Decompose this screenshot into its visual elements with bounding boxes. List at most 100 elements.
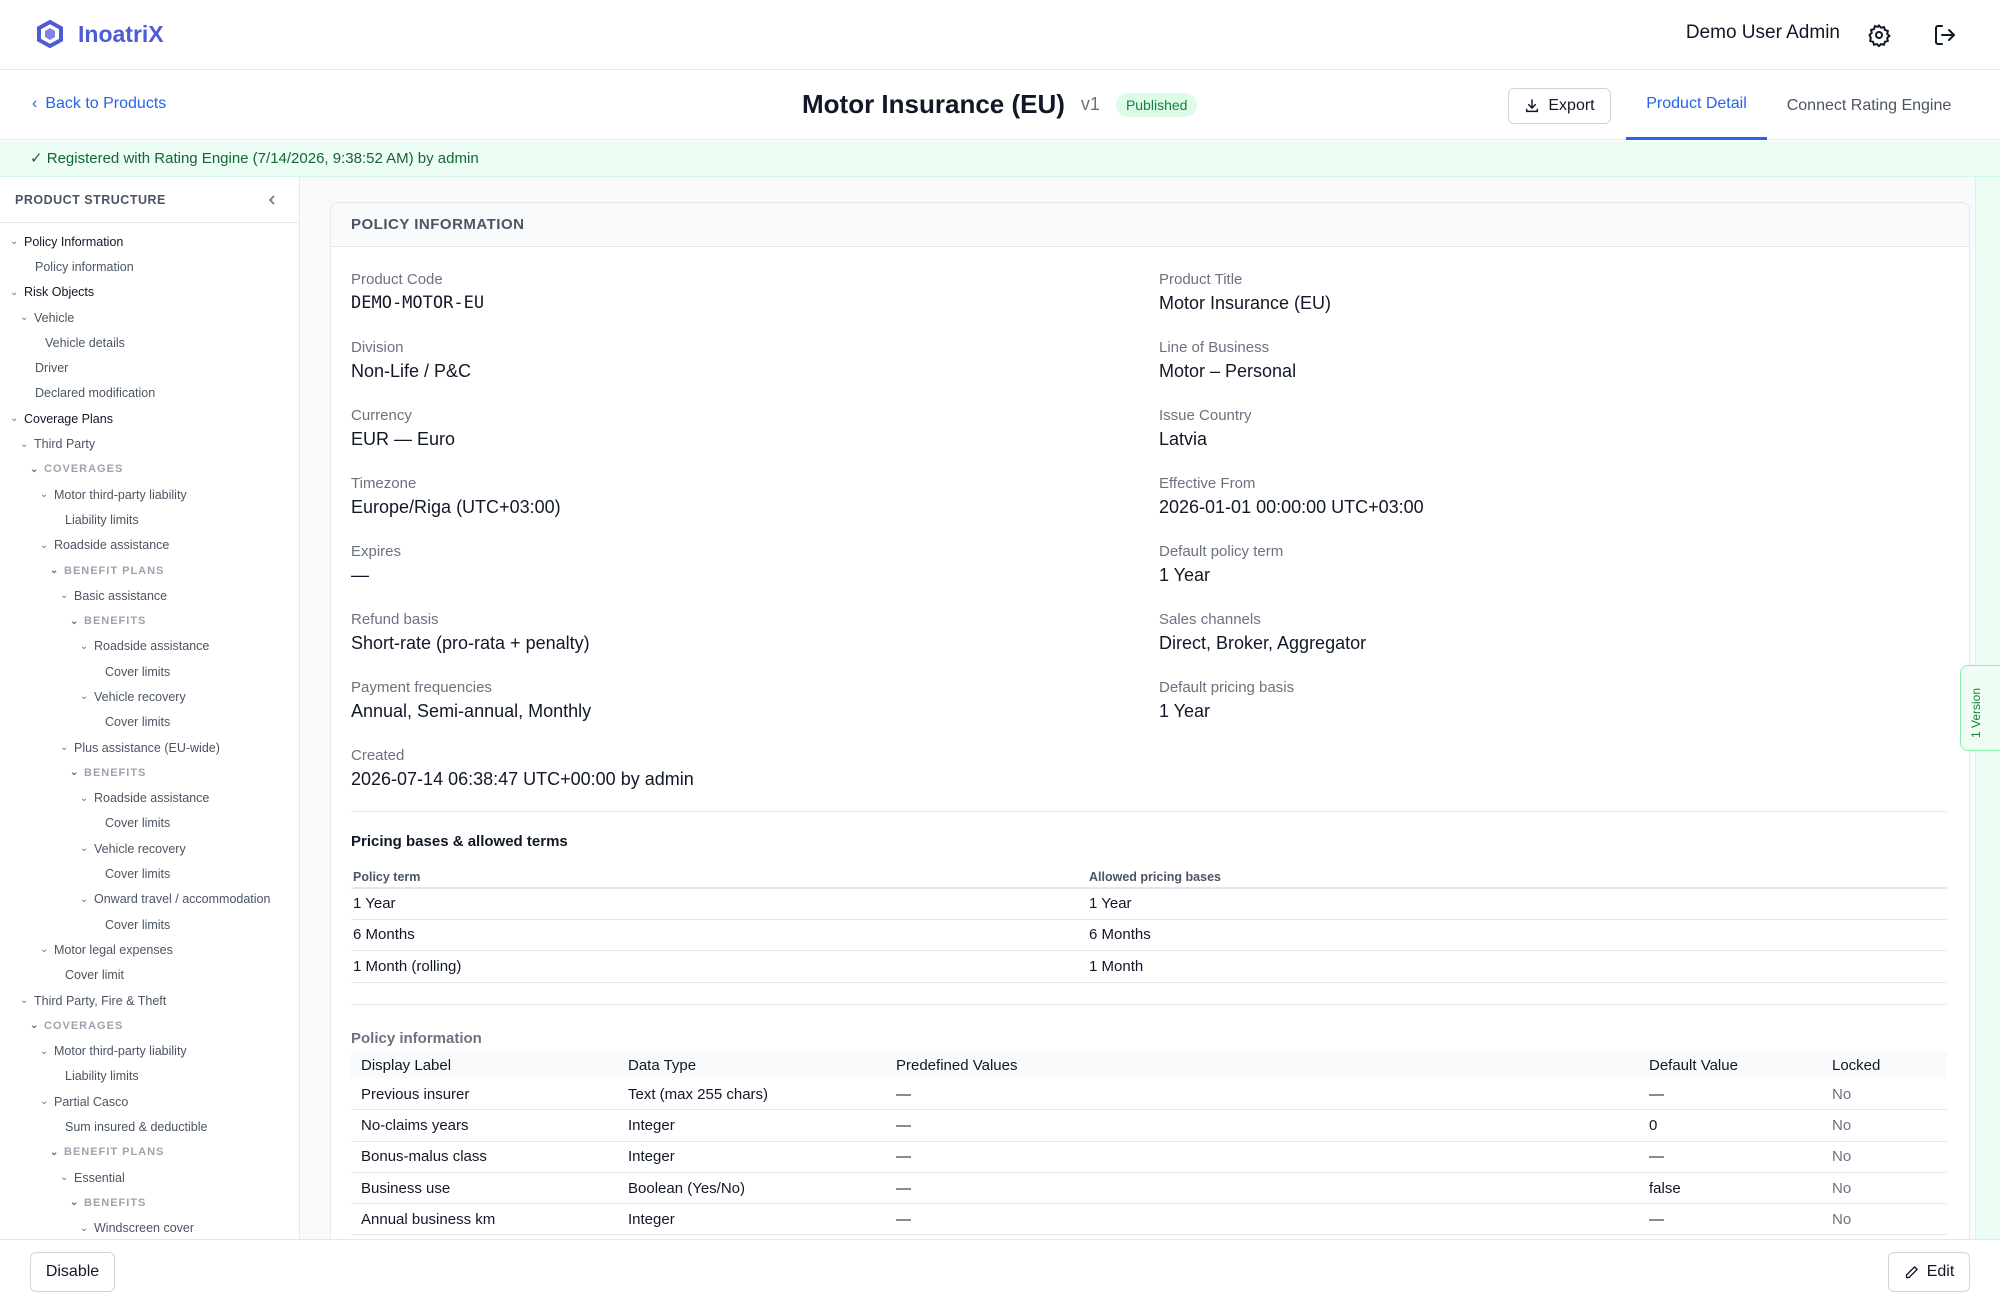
field-label: Product Code bbox=[351, 271, 443, 288]
tree-node-cover-limits[interactable]: Cover limits bbox=[0, 861, 299, 886]
tree-node-label: Motor third-party liability bbox=[54, 487, 187, 502]
tree-node-label: Vehicle details bbox=[45, 335, 125, 350]
tree-node-motor-legal-expenses[interactable]: ⌄ Motor legal expenses bbox=[0, 937, 299, 962]
versions-side-tab[interactable]: 1 Version bbox=[1960, 665, 2000, 751]
tree-node-cover-limits[interactable]: Cover limits bbox=[0, 710, 299, 735]
bottom-action-bar: Disable Edit bbox=[0, 1239, 2000, 1300]
table-cell: No bbox=[1832, 1116, 1852, 1134]
chevron-down-icon[interactable]: ⌄ bbox=[50, 565, 60, 576]
back-to-products-link[interactable]: ‹ Back to Products bbox=[32, 95, 166, 113]
chevron-down-icon[interactable]: ⌄ bbox=[80, 843, 90, 854]
tree-node-motor-third-party-liability[interactable]: ⌄ Motor third-party liability bbox=[0, 482, 299, 507]
chevron-down-icon[interactable]: ⌄ bbox=[60, 590, 70, 601]
table-row[interactable]: Annual business km Integer — — No bbox=[351, 1204, 1947, 1236]
tree-section-label: ⌄ BENEFIT PLANS bbox=[0, 1140, 299, 1165]
chevron-down-icon[interactable]: ⌄ bbox=[30, 1020, 40, 1031]
tree-node-cover-limit[interactable]: Cover limit bbox=[0, 963, 299, 988]
collapse-sidebar-chevron-icon[interactable] bbox=[262, 190, 282, 210]
chevron-down-icon[interactable]: ⌄ bbox=[40, 540, 50, 551]
tree-node-third-party[interactable]: ⌄ Third Party bbox=[0, 431, 299, 456]
chevron-down-icon[interactable]: ⌄ bbox=[60, 742, 70, 753]
chevron-down-icon[interactable]: ⌄ bbox=[60, 1172, 70, 1183]
chevron-down-icon[interactable]: ⌄ bbox=[50, 1147, 60, 1158]
tree-section-label: ⌄ COVERAGES bbox=[0, 457, 299, 482]
tree-node-vehicle-details[interactable]: Vehicle details bbox=[0, 330, 299, 355]
tree-node-roadside-assistance[interactable]: ⌄ Roadside assistance bbox=[0, 634, 299, 659]
chevron-down-icon[interactable]: ⌄ bbox=[20, 995, 30, 1006]
tree-node-liability-limits[interactable]: Liability limits bbox=[0, 1064, 299, 1089]
chevron-down-icon[interactable]: ⌄ bbox=[10, 413, 20, 424]
tree-node-plus-assistance-eu-wide[interactable]: ⌄ Plus assistance (EU-wide) bbox=[0, 735, 299, 760]
user-name[interactable]: Demo User Admin bbox=[1686, 22, 1840, 44]
tab-connect-rating-engine[interactable]: Connect Rating Engine bbox=[1770, 71, 1968, 140]
table-cell: — bbox=[896, 1210, 911, 1228]
tree-node-driver[interactable]: Driver bbox=[0, 355, 299, 380]
chevron-down-icon[interactable]: ⌄ bbox=[10, 236, 20, 247]
table-row[interactable]: Business use Boolean (Yes/No) — false No bbox=[351, 1173, 1947, 1205]
settings-gear-icon[interactable] bbox=[1864, 20, 1894, 50]
tree-node-third-party-fire-theft[interactable]: ⌄ Third Party, Fire & Theft bbox=[0, 988, 299, 1013]
export-button[interactable]: Export bbox=[1508, 88, 1611, 124]
edit-button[interactable]: Edit bbox=[1888, 1252, 1970, 1292]
pricing-table-header: Policy term Allowed pricing bases bbox=[351, 867, 1947, 888]
tree-node-cover-limits[interactable]: Cover limits bbox=[0, 912, 299, 937]
chevron-down-icon[interactable]: ⌄ bbox=[80, 691, 90, 702]
tree-node-label: Motor third-party liability bbox=[54, 1044, 187, 1059]
col-header-predefined-values: Predefined Values bbox=[896, 1057, 1018, 1074]
chevron-down-icon[interactable]: ⌄ bbox=[80, 793, 90, 804]
chevron-down-icon[interactable]: ⌄ bbox=[40, 1096, 50, 1107]
chevron-down-icon[interactable]: ⌄ bbox=[10, 287, 20, 298]
field-timezone: Timezone Europe/Riga (UTC+03:00) bbox=[351, 475, 1051, 518]
chevron-down-icon[interactable]: ⌄ bbox=[40, 489, 50, 500]
table-row[interactable]: Previous insurer Text (max 255 chars) — — No bbox=[351, 1079, 1947, 1111]
tree-node-policy-information[interactable]: ⌄ Policy Information bbox=[0, 229, 299, 254]
chevron-down-icon[interactable]: ⌄ bbox=[30, 464, 40, 475]
pricing-table: Policy term Allowed pricing bases 1 Year… bbox=[351, 867, 1947, 983]
chevron-down-icon[interactable]: ⌄ bbox=[20, 312, 30, 323]
tree-node-essential[interactable]: ⌄ Essential bbox=[0, 1165, 299, 1190]
chevron-down-icon[interactable]: ⌄ bbox=[80, 894, 90, 905]
tree-node-risk-objects[interactable]: ⌄ Risk Objects bbox=[0, 280, 299, 305]
chevron-down-icon[interactable]: ⌄ bbox=[80, 641, 90, 652]
tree-node-onward-travel-accommodation[interactable]: ⌄ Onward travel / accommodation bbox=[0, 887, 299, 912]
table-row[interactable]: Bonus-malus class Integer — — No bbox=[351, 1142, 1947, 1173]
field-expires: Expires — bbox=[351, 543, 1051, 586]
product-version: v1 bbox=[1080, 94, 1100, 114]
tree-node-basic-assistance[interactable]: ⌄ Basic assistance bbox=[0, 583, 299, 608]
logout-icon[interactable] bbox=[1930, 20, 1960, 50]
table-cell: Integer bbox=[628, 1116, 675, 1134]
chevron-down-icon[interactable]: ⌄ bbox=[70, 1197, 80, 1208]
tree-node-motor-third-party-liability[interactable]: ⌄ Motor third-party liability bbox=[0, 1039, 299, 1064]
field-issue-country: Issue Country Latvia bbox=[1159, 407, 1859, 450]
field-label: Effective From bbox=[1159, 475, 1256, 492]
tree-node-cover-limits[interactable]: Cover limits bbox=[0, 659, 299, 684]
tree-node-label: Vehicle recovery bbox=[94, 689, 186, 704]
tree-node-cover-limits[interactable]: Cover limits bbox=[0, 811, 299, 836]
table-cell: 1 Month bbox=[1089, 957, 1144, 975]
tree-node-coverage-plans[interactable]: ⌄ Coverage Plans bbox=[0, 406, 299, 431]
table-row[interactable]: No-claims years Integer — 0 No bbox=[351, 1110, 1947, 1142]
chevron-down-icon[interactable]: ⌄ bbox=[70, 616, 80, 627]
chevron-down-icon[interactable]: ⌄ bbox=[40, 1046, 50, 1057]
tree-node-declared-modification[interactable]: Declared modification bbox=[0, 381, 299, 406]
tab-product-detail[interactable]: Product Detail bbox=[1626, 71, 1767, 140]
table-cell: No bbox=[1832, 1179, 1852, 1197]
tree-node-vehicle-recovery[interactable]: ⌄ Vehicle recovery bbox=[0, 684, 299, 709]
chevron-down-icon[interactable]: ⌄ bbox=[20, 439, 30, 450]
tree-node-windscreen-cover[interactable]: ⌄ Windscreen cover bbox=[0, 1216, 299, 1239]
table-cell: 6 Months bbox=[353, 926, 415, 944]
tree-node-roadside-assistance[interactable]: ⌄ Roadside assistance bbox=[0, 786, 299, 811]
chevron-down-icon[interactable]: ⌄ bbox=[40, 944, 50, 955]
tree-node-sum-insured-deductible[interactable]: Sum insured & deductible bbox=[0, 1114, 299, 1139]
chevron-down-icon[interactable]: ⌄ bbox=[70, 767, 80, 778]
tree-node-vehicle[interactable]: ⌄ Vehicle bbox=[0, 305, 299, 330]
tree-node-liability-limits[interactable]: Liability limits bbox=[0, 507, 299, 532]
tree-node-partial-casco[interactable]: ⌄ Partial Casco bbox=[0, 1089, 299, 1114]
chevron-down-icon[interactable]: ⌄ bbox=[80, 1223, 90, 1234]
tree-node-vehicle-recovery[interactable]: ⌄ Vehicle recovery bbox=[0, 836, 299, 861]
app-logo[interactable]: InoatriX bbox=[36, 20, 164, 48]
tree-node-roadside-assistance[interactable]: ⌄ Roadside assistance bbox=[0, 533, 299, 558]
table-cell: 0 bbox=[1649, 1116, 1658, 1134]
disable-button[interactable]: Disable bbox=[30, 1252, 115, 1292]
tree-node-policy-information[interactable]: Policy information bbox=[0, 254, 299, 279]
